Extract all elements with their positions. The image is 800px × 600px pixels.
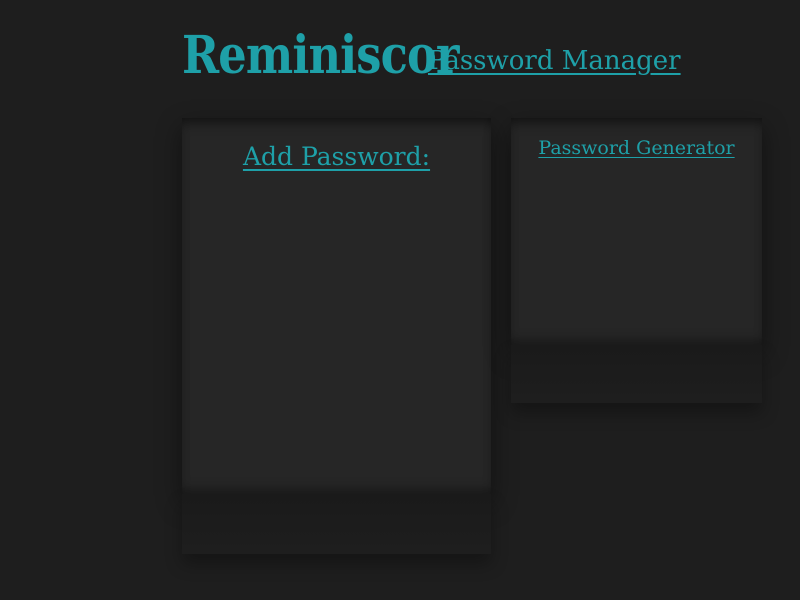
page: Reminiscor Password Manager Add Password… <box>0 0 800 600</box>
password-generator-link[interactable]: Password Generator <box>538 137 734 159</box>
password-generator-panel: Password Generator <box>511 118 762 403</box>
app-title-link[interactable]: Password Manager <box>428 46 681 76</box>
add-password-panel: Add Password: <box>182 118 491 554</box>
password-generator-panel-shadow <box>511 345 762 403</box>
add-password-panel-shadow <box>182 494 491 554</box>
app-logo: Reminiscor <box>182 25 459 86</box>
add-password-link[interactable]: Add Password: <box>243 142 430 171</box>
add-password-heading: Add Password: <box>182 142 491 171</box>
password-generator-heading: Password Generator <box>511 137 762 159</box>
